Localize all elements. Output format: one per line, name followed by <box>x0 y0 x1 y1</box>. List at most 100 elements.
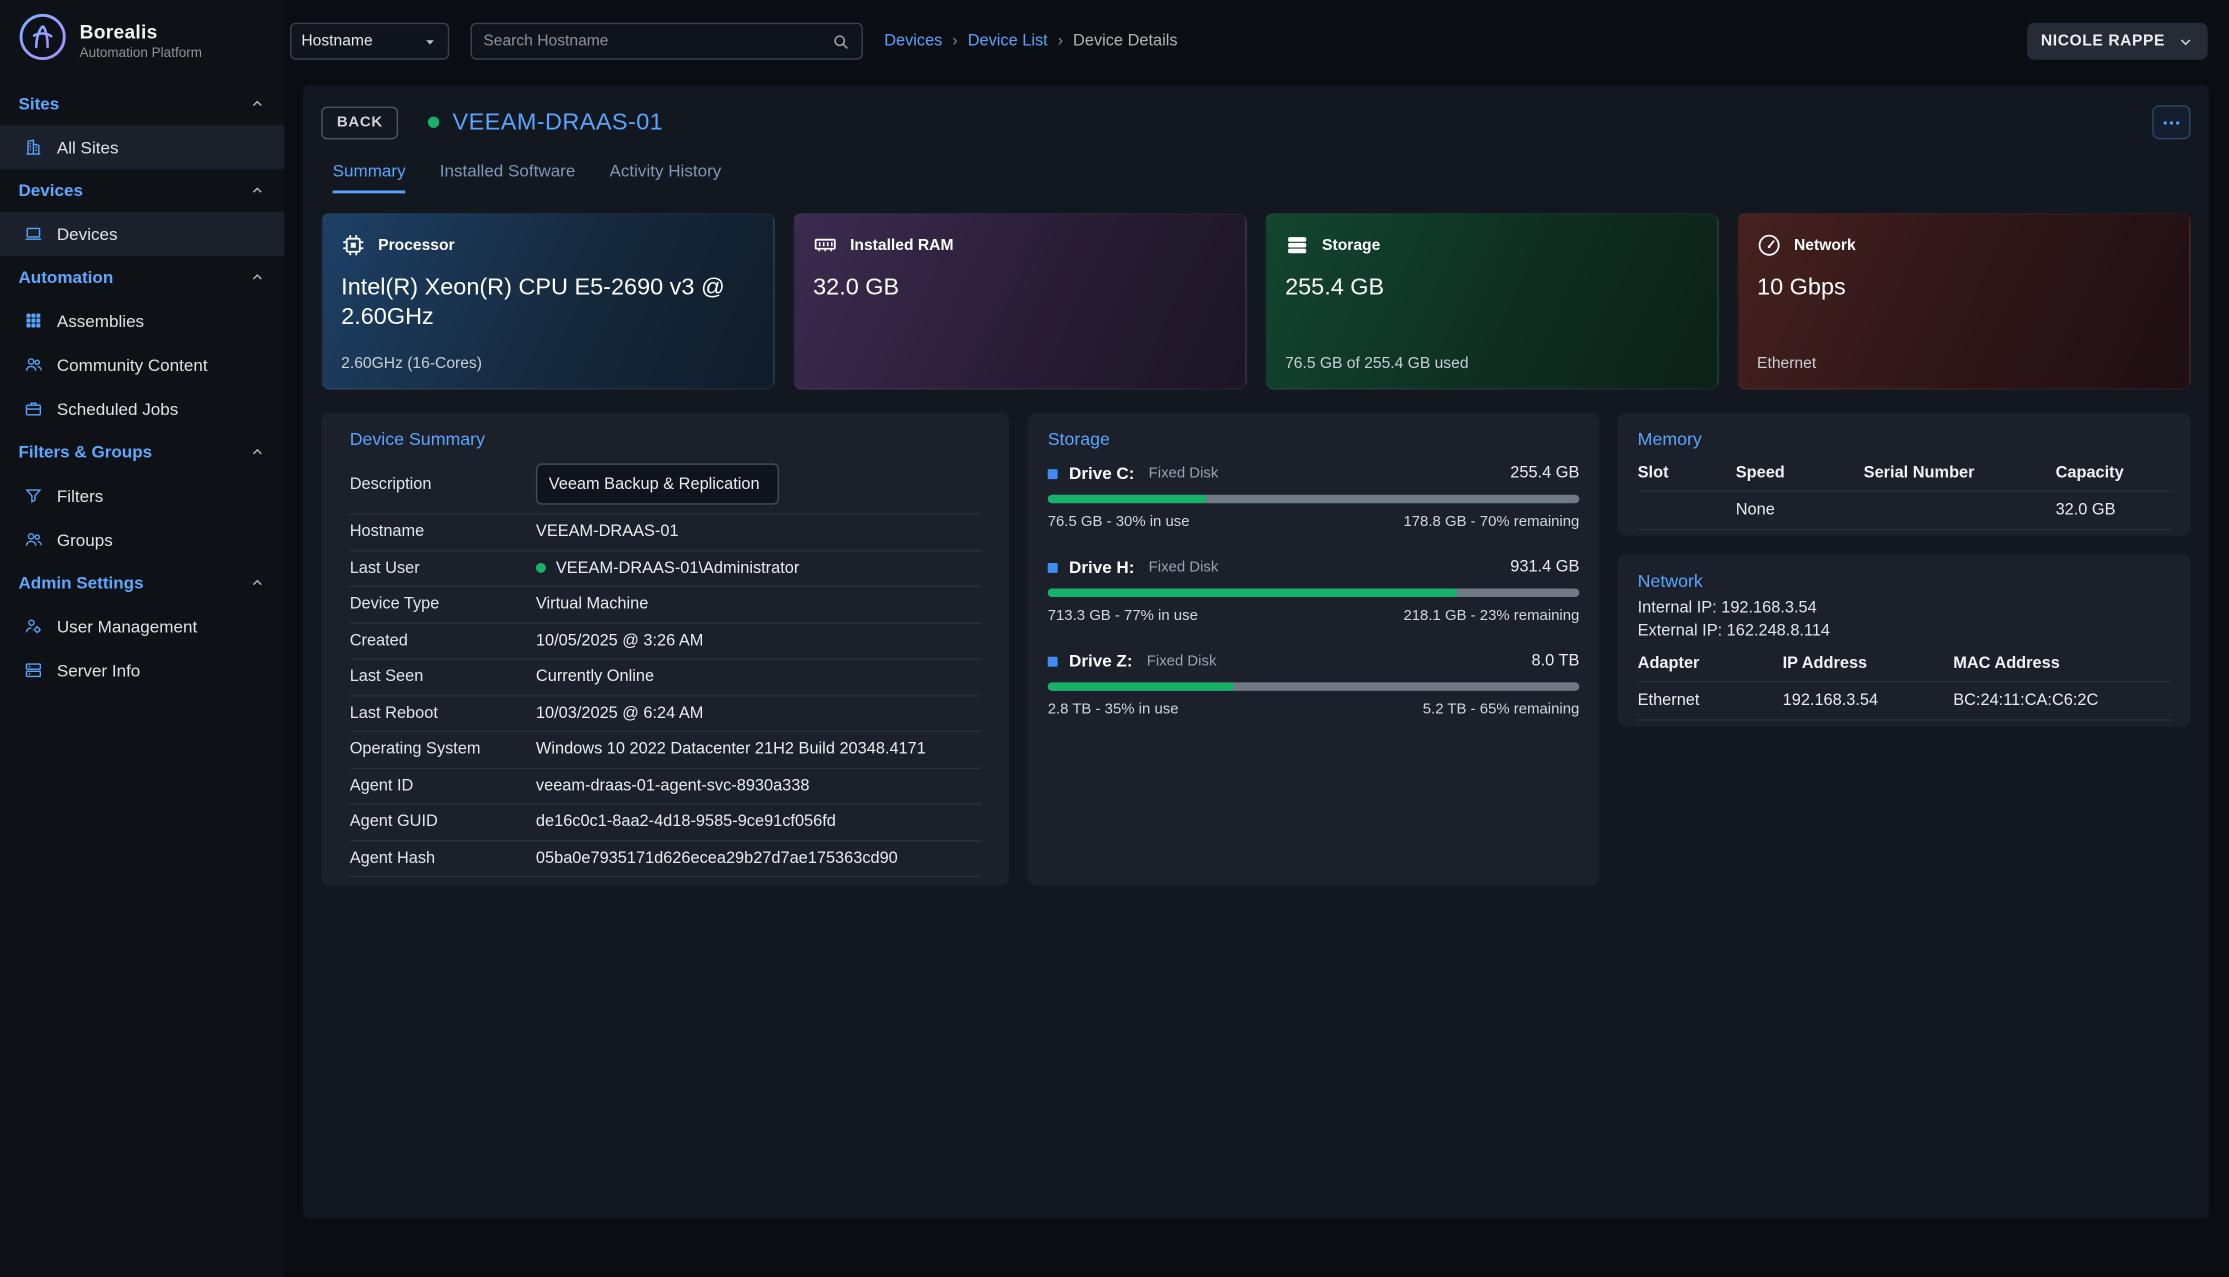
drive-remaining-label: 218.1 GB - 23% remaining <box>1403 607 1579 624</box>
online-status-dot <box>428 117 439 128</box>
network-card: Network 10 Gbps Ethernet <box>1737 213 2190 389</box>
stat-card-footer: 2.60GHz (16-Cores) <box>341 355 482 372</box>
online-status-dot <box>536 563 546 573</box>
network-panel: Network Internal IP: 192.168.3.54 Extern… <box>1618 554 2191 726</box>
user-name: NICOLE RAPPE <box>2041 33 2165 50</box>
storage-card: Storage 255.4 GB 76.5 GB of 255.4 GB use… <box>1265 213 1718 389</box>
description-input[interactable] <box>536 463 779 504</box>
tab-activity-history[interactable]: Activity History <box>609 161 721 194</box>
external-ip: External IP: 162.248.8.114 <box>1638 620 2171 643</box>
drive-icon <box>1048 468 1058 478</box>
panel-header: BACK VEEAM-DRAAS-01 <box>321 105 2190 139</box>
drive-remaining-label: 178.8 GB - 70% remaining <box>1403 513 1579 530</box>
search-icon <box>832 32 850 50</box>
device-details-panel: BACK VEEAM-DRAAS-01 Summary Installed So… <box>303 85 2209 1218</box>
ellipsis-icon <box>2161 112 2182 133</box>
table-header-cell: Capacity <box>2056 464 2171 481</box>
drive-c-row: Drive C: Fixed Disk 255.4 GB 76.5 GB - 3… <box>1048 463 1580 530</box>
network-panel-title: Network <box>1638 571 2171 591</box>
sidebar-item-filters[interactable]: Filters <box>0 473 284 517</box>
sidebar-section-filters-groups[interactable]: Filters & Groups <box>0 431 284 474</box>
cpu-icon <box>341 233 365 257</box>
table-cell: BC:24:11:CA:C6:2C <box>1953 693 2170 710</box>
tab-bar: Summary Installed Software Activity Hist… <box>333 161 2191 194</box>
sidebar-section-devices[interactable]: Devices <box>0 169 284 212</box>
device-summary-card: Device Summary Description Hostname VEEA… <box>321 412 1009 885</box>
memory-table-header: Slot Speed Serial Number Capacity <box>1638 455 2171 492</box>
ram-card: Installed RAM 32.0 GB <box>793 213 1246 389</box>
sidebar-item-scheduled-jobs[interactable]: Scheduled Jobs <box>0 387 284 431</box>
breadcrumb: Devices › Device List › Device Details <box>884 33 1177 50</box>
search-box[interactable] <box>471 23 863 60</box>
memory-panel: Memory Slot Speed Serial Number Capacity… <box>1618 412 2191 536</box>
summary-row-agent-id: Agent ID veeam-draas-01-agent-svc-8930a3… <box>350 768 981 804</box>
user-menu-button[interactable]: NICOLE RAPPE <box>2027 23 2208 60</box>
select-value: Hostname <box>301 33 372 50</box>
drive-remaining-label: 5.2 TB - 65% remaining <box>1423 701 1580 718</box>
summary-row-created: Created 10/05/2025 @ 3:26 AM <box>350 623 981 659</box>
stat-card-value: 255.4 GB <box>1285 273 1699 303</box>
network-table-header: Adapter IP Address MAC Address <box>1638 646 2171 683</box>
caret-down-icon <box>422 33 438 49</box>
sidebar-item-server-info[interactable]: Server Info <box>0 648 284 692</box>
sidebar-item-user-management[interactable]: User Management <box>0 604 284 648</box>
drive-usage-bar <box>1048 495 1580 504</box>
breadcrumb-devices[interactable]: Devices <box>884 33 942 50</box>
drive-used-label: 2.8 TB - 35% in use <box>1048 701 1179 718</box>
sidebar-item-assemblies[interactable]: Assemblies <box>0 299 284 343</box>
laptop-icon <box>24 225 42 243</box>
briefcase-icon <box>24 399 42 417</box>
drive-icon <box>1048 656 1058 666</box>
table-header-cell: Serial Number <box>1864 464 2056 481</box>
more-actions-button[interactable] <box>2152 105 2190 139</box>
drive-usage-fill <box>1048 682 1234 691</box>
stat-card-row: Processor Intel(R) Xeon(R) CPU E5-2690 v… <box>321 213 2190 389</box>
sidebar-section-admin-settings[interactable]: Admin Settings <box>0 562 284 605</box>
sidebar-section-sites[interactable]: Sites <box>0 82 284 125</box>
nav-item-label: Devices <box>57 224 118 244</box>
app-root: Borealis Automation Platform Sites All S… <box>0 0 2229 1277</box>
stat-card-label: Processor <box>378 237 454 254</box>
brand-subtitle: Automation Platform <box>80 45 202 61</box>
table-cell: Ethernet <box>1638 693 1783 710</box>
sidebar-item-community-content[interactable]: Community Content <box>0 343 284 387</box>
people-icon <box>24 530 42 548</box>
chevron-up-icon <box>249 574 266 591</box>
chevron-up-icon <box>249 95 266 112</box>
server-icon <box>24 661 42 679</box>
brand-name: Borealis <box>80 21 202 42</box>
breadcrumb-device-list[interactable]: Device List <box>968 33 1048 50</box>
tab-installed-software[interactable]: Installed Software <box>440 161 576 194</box>
drive-usage-fill <box>1048 589 1457 598</box>
sidebar-section-automation[interactable]: Automation <box>0 256 284 299</box>
stat-card-label: Installed RAM <box>850 237 953 254</box>
memory-table-row: None 32.0 GB <box>1638 492 2171 530</box>
summary-row-agent-hash: Agent Hash 05ba0e7935171d626ecea29b27d7a… <box>350 841 981 877</box>
processor-card: Processor Intel(R) Xeon(R) CPU E5-2690 v… <box>321 213 774 389</box>
sidebar-item-all-sites[interactable]: All Sites <box>0 125 284 169</box>
device-summary-title: Device Summary <box>350 429 981 449</box>
drive-usage-bar <box>1048 589 1580 598</box>
tab-summary[interactable]: Summary <box>333 161 406 194</box>
brand: Borealis Automation Platform <box>0 0 284 82</box>
nav-item-label: Assemblies <box>57 311 144 331</box>
drive-usage-fill <box>1048 495 1207 504</box>
summary-row-last-user: Last User VEEAM-DRAAS-01\Administrator <box>350 551 981 587</box>
summary-row-operating-system: Operating System Windows 10 2022 Datacen… <box>350 732 981 768</box>
drive-used-label: 76.5 GB - 30% in use <box>1048 513 1190 530</box>
topbar: Hostname Devices › Device List › Device … <box>284 0 2229 82</box>
summary-row-last-seen: Last Seen Currently Online <box>350 660 981 696</box>
table-cell: None <box>1736 502 1864 519</box>
section-label: Automation <box>18 267 113 287</box>
sidebar-item-devices[interactable]: Devices <box>0 212 284 256</box>
search-input[interactable] <box>483 33 831 50</box>
stat-card-footer: Ethernet <box>1757 355 1816 372</box>
back-button[interactable]: BACK <box>321 106 398 139</box>
filter-icon <box>24 486 42 504</box>
sidebar-item-groups[interactable]: Groups <box>0 517 284 561</box>
breadcrumb-device-details: Device Details <box>1073 33 1177 50</box>
storage-stack-icon <box>1285 233 1309 257</box>
hostname-filter-select[interactable]: Hostname <box>290 23 449 60</box>
network-table-row: Ethernet 192.168.3.54 BC:24:11:CA:C6:2C <box>1638 683 2171 721</box>
table-header-cell: IP Address <box>1783 655 1954 672</box>
